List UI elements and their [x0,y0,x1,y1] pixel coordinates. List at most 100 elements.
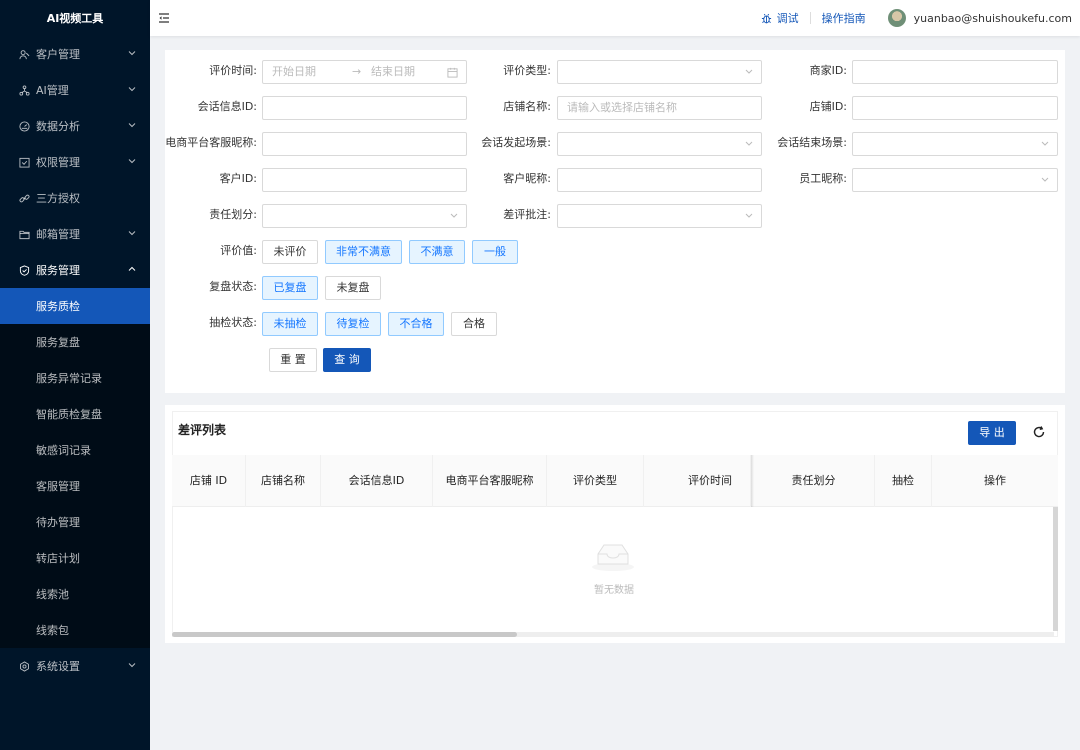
guide-link[interactable]: 操作指南 [822,10,866,26]
menu-mailbox[interactable]: 邮箱管理 [0,216,150,252]
settings-icon [18,660,30,672]
avatar[interactable] [887,9,906,27]
chevron-up-icon [128,266,136,271]
user-email[interactable]: yuanbao@shuishoukefu.com [914,12,1072,25]
eval-date-range-picker[interactable]: 开始日期 → 结束日期 [262,60,467,84]
menu-label: 三方授权 [36,192,80,205]
submenu-item-transfer-plan[interactable]: 转店计划 [0,540,150,576]
reset-button[interactable]: 重 置 [269,348,317,372]
menu-ai[interactable]: AI管理 [0,72,150,108]
shop-name-placeholder: 请输入或选择店铺名称 [567,101,677,114]
submenu-item-lead-pool[interactable]: 线索池 [0,576,150,612]
submenu-label: 敏感词记录 [36,444,91,457]
submenu-item-service-review[interactable]: 服务复盘 [0,324,150,360]
chevron-down-icon [128,663,136,668]
session-end-select[interactable] [852,132,1058,156]
start-date-placeholder: 开始日期 [272,65,316,78]
merchant-id-input[interactable] [852,60,1058,84]
review-status-label: 复盘状态: [209,280,257,293]
platform-nick-label: 电商平台客服昵称: [165,136,257,149]
submenu-item-todo[interactable]: 待办管理 [0,504,150,540]
menu-label: 权限管理 [36,156,80,169]
menu-service[interactable]: 服务管理 [0,252,150,288]
menu-permission[interactable]: 权限管理 [0,144,150,180]
shop-name-input[interactable]: 请输入或选择店铺名称 [557,96,762,120]
submenu-label: 转店计划 [36,552,80,565]
export-button[interactable]: 导 出 [968,421,1016,445]
submenu-item-lead-package[interactable]: 线索包 [0,612,150,648]
shop-id-input[interactable] [852,96,1058,120]
eval-time-label: 评价时间: [209,64,257,77]
session-id-input[interactable] [262,96,467,120]
submenu-item-service-exception[interactable]: 服务异常记录 [0,360,150,396]
shield-icon [18,264,30,276]
submenu-label: 线索包 [36,624,69,637]
submenu-item-smart-qc-review[interactable]: 智能质检复盘 [0,396,150,432]
column-header: 店铺名称 [246,455,321,507]
top-header: 调试 操作指南 yuanbao@shuishoukefu.com [150,0,1080,36]
sample-status-option[interactable]: 未抽检 [262,312,318,336]
menu-system-settings[interactable]: 系统设置 [0,648,150,684]
eval-value-option[interactable]: 未评价 [262,240,318,264]
empty-text: 暂无数据 [594,585,634,596]
menu-label: 系统设置 [36,660,80,673]
sample-status-option[interactable]: 不合格 [388,312,444,336]
header-divider [809,12,811,24]
table-panel: 差评列表 导 出 店铺 ID 店铺名称 会话信息ID 电商平台客服昵称 评价类型… [165,405,1065,643]
horizontal-scrollbar-thumb[interactable] [172,632,517,637]
customer-id-label: 客户ID: [219,172,257,185]
platform-nick-input[interactable] [262,132,467,156]
chevron-down-icon [745,141,753,146]
session-start-select[interactable] [557,132,762,156]
submenu-item-service-qc[interactable]: 服务质检 [0,288,150,324]
shop-name-label: 店铺名称: [503,100,551,113]
eval-value-option[interactable]: 一般 [472,240,518,264]
menu-label: 客户管理 [36,48,80,61]
query-button[interactable]: 查 询 [323,348,371,372]
folder-icon [18,228,30,240]
eval-value-option[interactable]: 非常不满意 [325,240,402,264]
submenu-item-sensitive-words[interactable]: 敏感词记录 [0,432,150,468]
vertical-scrollbar[interactable] [1053,507,1058,631]
dashboard-icon [18,120,30,132]
submenu-label: 智能质检复盘 [36,408,102,421]
calendar-icon [447,67,458,78]
customer-icon [18,48,30,60]
session-id-label: 会话信息ID: [197,100,257,113]
review-status-option[interactable]: 未复盘 [325,276,381,300]
submenu-label: 线索池 [36,588,69,601]
debug-label: 调试 [776,12,799,25]
fixed-column-shadow [751,455,754,507]
chevron-down-icon [128,87,136,92]
debug-link[interactable]: 调试 [761,10,799,26]
sample-status-option[interactable]: 待复检 [325,312,381,336]
staff-nick-select[interactable] [852,168,1058,192]
customer-nick-input[interactable] [557,168,762,192]
ai-icon [18,84,30,96]
submenu-item-cs-management[interactable]: 客服管理 [0,468,150,504]
chevron-down-icon [128,231,136,236]
chevron-down-icon [1041,141,1049,146]
bug-icon [761,13,771,23]
menu-label: AI管理 [36,84,69,97]
responsibility-select[interactable] [262,204,467,228]
customer-nick-label: 客户昵称: [503,172,551,185]
menu-third-party-auth[interactable]: 三方授权 [0,180,150,216]
menu-fold-icon[interactable] [158,12,170,24]
eval-value-option[interactable]: 不满意 [409,240,465,264]
review-status-option[interactable]: 已复盘 [262,276,318,300]
column-header: 会话信息ID [321,455,433,507]
refresh-icon[interactable] [1032,425,1046,439]
menu-customer[interactable]: 客户管理 [0,36,150,72]
eval-type-select[interactable] [557,60,762,84]
submenu-label: 服务异常记录 [36,372,102,385]
guide-label: 操作指南 [821,12,866,25]
bad-review-note-select[interactable] [557,204,762,228]
chevron-down-icon [1041,177,1049,182]
table-title: 差评列表 [178,423,227,437]
shop-id-label: 店铺ID: [809,100,847,113]
table-header: 店铺 ID 店铺名称 会话信息ID 电商平台客服昵称 评价类型 评价时间 责任划… [172,455,1058,507]
menu-analytics[interactable]: 数据分析 [0,108,150,144]
customer-id-input[interactable] [262,168,467,192]
sample-status-option[interactable]: 合格 [451,312,497,336]
